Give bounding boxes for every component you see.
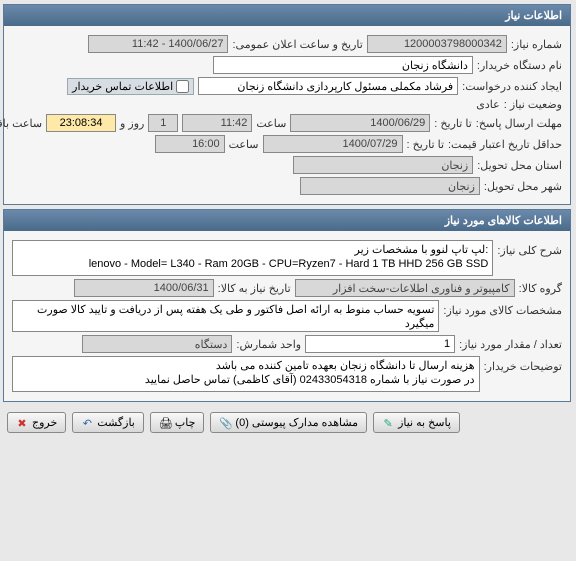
deadline-date-label: تا تاریخ : [435, 117, 472, 130]
province-label: استان محل تحویل: [478, 159, 563, 172]
remaining-day-field [149, 114, 179, 132]
deadline-date-field [291, 114, 431, 132]
close-icon: ✖ [17, 417, 29, 429]
min-validity-label: حداقل تاریخ اعتبار قیمت: [449, 138, 563, 151]
city-label: شهر محل تحویل: [485, 180, 563, 193]
print-button-label: چاپ [176, 416, 197, 429]
spec-field[interactable] [13, 300, 440, 332]
spec-label: مشخصات کالای مورد نیاز: [444, 300, 563, 317]
back-button[interactable]: ↶ بازگشت [73, 412, 145, 433]
reply-icon: ✎ [383, 417, 395, 429]
need-info-header: اطلاعات نیاز [5, 5, 571, 26]
buyer-field [214, 56, 474, 74]
deadline-time-label: ساعت [257, 117, 287, 130]
buyer-label: نام دستگاه خریدار: [478, 59, 563, 72]
action-bar: ✖ خروج ↶ بازگشت 🖨 چاپ 📎 مشاهده مدارک پیو… [0, 406, 576, 439]
items-header: اطلاعات کالاهای مورد نیاز [5, 210, 571, 231]
min-validity-time-label: ساعت [230, 138, 260, 151]
notes-label: توضیحات خریدار: [485, 356, 563, 373]
min-validity-date-field [264, 135, 404, 153]
unit-label: واحد شمارش: [237, 338, 302, 351]
items-panel: اطلاعات کالاهای مورد نیاز شرح کلی نیاز: … [4, 209, 572, 402]
announce-datetime-field [89, 35, 229, 53]
min-validity-time-field [156, 135, 226, 153]
deadline-label: مهلت ارسال پاسخ: [477, 117, 563, 130]
attachment-icon: 📎 [220, 417, 232, 429]
need-until-label: تاریخ نیاز به کالا: [219, 282, 292, 295]
desc-label: شرح کلی نیاز: [498, 240, 563, 257]
reply-button-label: پاسخ به نیاز [399, 416, 452, 429]
remaining-suffix: ساعت باقی مانده [0, 117, 43, 130]
status-label: وضعیت نیاز : [505, 98, 563, 111]
attachments-button-label: مشاهده مدارک پیوستی (0) [236, 416, 359, 429]
group-label: گروه کالا: [520, 282, 563, 295]
back-icon: ↶ [82, 417, 94, 429]
need-no-field [368, 35, 508, 53]
creator-label: ایجاد کننده درخواست: [463, 80, 563, 93]
qty-label: تعداد / مقدار مورد نیاز: [460, 338, 563, 351]
need-no-label: شماره نیاز: [512, 38, 563, 51]
exit-button[interactable]: ✖ خروج [8, 412, 67, 433]
notes-field[interactable] [13, 356, 481, 392]
remaining-day-label: روز و [121, 117, 145, 130]
deadline-time-field [183, 114, 253, 132]
contact-info-checkbox-wrap[interactable]: اطلاعات تماس خریدار [68, 78, 195, 95]
exit-button-label: خروج [33, 416, 58, 429]
city-field [301, 177, 481, 195]
status-value: عادی [477, 98, 500, 111]
announce-label: تاریخ و ساعت اعلان عمومی: [233, 38, 363, 51]
reply-button[interactable]: ✎ پاسخ به نیاز [374, 412, 461, 433]
attachments-button[interactable]: 📎 مشاهده مدارک پیوستی (0) [211, 412, 368, 433]
print-button[interactable]: 🖨 چاپ [151, 412, 206, 433]
unit-field [83, 335, 233, 353]
desc-field[interactable] [13, 240, 494, 276]
need-until-field [75, 279, 215, 297]
need-info-panel: اطلاعات نیاز شماره نیاز: تاریخ و ساعت اع… [4, 4, 572, 205]
qty-field[interactable] [306, 335, 456, 353]
contact-info-checkbox[interactable] [177, 80, 190, 93]
back-button-label: بازگشت [98, 416, 136, 429]
province-field [294, 156, 474, 174]
creator-field [199, 77, 459, 95]
group-field [296, 279, 516, 297]
remaining-time-field [47, 114, 117, 132]
print-icon: 🖨 [160, 417, 172, 429]
contact-info-checkbox-label: اطلاعات تماس خریدار [73, 80, 174, 93]
min-validity-date-label: تا تاریخ : [408, 138, 445, 151]
